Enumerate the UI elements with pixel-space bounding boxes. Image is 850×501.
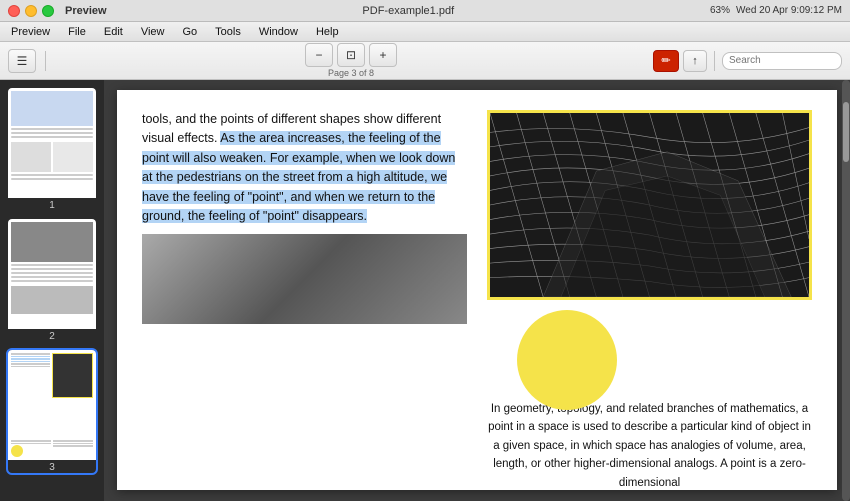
sidebar-page-2-num: 2 bbox=[8, 331, 96, 342]
battery-label: 63% bbox=[710, 5, 730, 16]
page-info-label: Page 3 of 8 bbox=[328, 68, 374, 78]
app-name-label: Preview bbox=[65, 5, 107, 17]
pencil-button[interactable]: ✏ bbox=[653, 50, 679, 72]
zoom-in-button[interactable]: + bbox=[369, 43, 397, 67]
status-bar: 63% Wed 20 Apr 9:09:12 PM bbox=[710, 5, 842, 16]
sidebar-page-1[interactable]: 1 bbox=[8, 88, 96, 211]
window-title: PDF-example1.pdf bbox=[362, 5, 454, 17]
scrollbar-track[interactable] bbox=[842, 80, 850, 501]
menu-bar: Preview File Edit View Go Tools Window H… bbox=[0, 22, 850, 42]
search-input[interactable] bbox=[722, 52, 842, 70]
menu-preview[interactable]: Preview bbox=[8, 26, 53, 38]
page-1-thumb bbox=[8, 88, 96, 198]
traffic-lights[interactable] bbox=[8, 5, 54, 17]
zoom-fit-button[interactable]: ⊡ bbox=[337, 43, 365, 67]
sidebar-page-1-num: 1 bbox=[8, 200, 96, 211]
menu-edit[interactable]: Edit bbox=[101, 26, 126, 38]
menu-go[interactable]: Go bbox=[179, 26, 200, 38]
page-bottom-image bbox=[142, 234, 467, 324]
maximize-button[interactable] bbox=[42, 5, 54, 17]
minimize-button[interactable] bbox=[25, 5, 37, 17]
toolbar-separator-1 bbox=[45, 51, 46, 71]
yellow-circle bbox=[517, 310, 617, 410]
share-button[interactable]: ↑ bbox=[683, 50, 707, 72]
sidebar-page-3-num: 3 bbox=[8, 462, 96, 473]
menu-view[interactable]: View bbox=[138, 26, 168, 38]
toolbar-separator-2 bbox=[714, 51, 715, 71]
sidebar-page-2[interactable]: 2 bbox=[8, 219, 96, 342]
grid-art-svg bbox=[490, 113, 809, 297]
close-button[interactable] bbox=[8, 5, 20, 17]
menu-file[interactable]: File bbox=[65, 26, 89, 38]
menu-help[interactable]: Help bbox=[313, 26, 342, 38]
main-area: 1 2 bbox=[0, 80, 850, 501]
pdf-right-column: In geometry, topology, and related branc… bbox=[487, 110, 812, 490]
toolbar: ☰ − ⊡ + Page 3 of 8 ✏ ↑ bbox=[0, 42, 850, 80]
top-art-image bbox=[487, 110, 812, 300]
sidebar-panel: 1 2 bbox=[0, 80, 104, 501]
pdf-content-area[interactable]: tools, and the points of different shape… bbox=[104, 80, 850, 501]
zoom-out-button[interactable]: − bbox=[305, 43, 333, 67]
menu-tools[interactable]: Tools bbox=[212, 26, 244, 38]
page-2-thumb bbox=[8, 219, 96, 329]
page-3-thumb bbox=[8, 350, 96, 460]
pdf-left-column: tools, and the points of different shape… bbox=[142, 110, 467, 490]
pdf-page: tools, and the points of different shape… bbox=[117, 90, 837, 490]
sidebar-page-3[interactable]: 3 bbox=[8, 350, 96, 473]
geometry-text: In geometry, topology, and related branc… bbox=[487, 400, 812, 490]
mac-menu-bar: Preview PDF-example1.pdf 63% Wed 20 Apr … bbox=[0, 0, 850, 22]
sidebar-toggle-button[interactable]: ☰ bbox=[8, 49, 36, 73]
menu-window[interactable]: Window bbox=[256, 26, 301, 38]
datetime-label: Wed 20 Apr 9:09:12 PM bbox=[736, 5, 842, 16]
scrollbar-thumb[interactable] bbox=[843, 102, 849, 162]
